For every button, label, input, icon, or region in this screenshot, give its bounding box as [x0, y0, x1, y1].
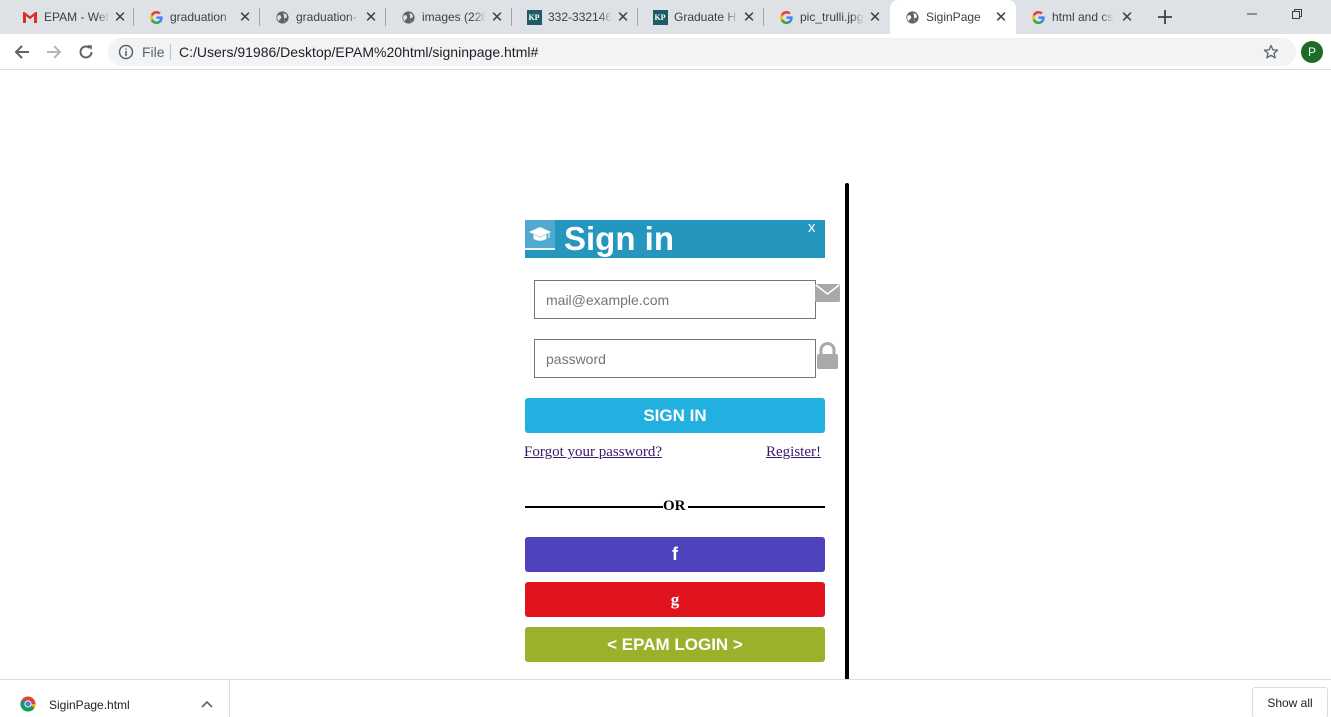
address-bar[interactable]: File C:/Users/91986/Desktop/EPAM%20html/…: [108, 38, 1296, 66]
tab-title: graduation: [170, 10, 227, 24]
signin-header: Sign in x: [525, 220, 825, 258]
kp-icon: KP: [652, 9, 668, 25]
download-bar: SiginPage.html Show all: [0, 679, 1331, 717]
close-tab-icon[interactable]: ✕: [362, 8, 380, 26]
tab-graduate-hat[interactable]: KP Graduate H ✕: [638, 0, 764, 34]
or-divider-line-right: [688, 506, 825, 508]
epam-login-button[interactable]: < EPAM LOGIN >: [525, 627, 825, 662]
back-button[interactable]: [10, 40, 34, 64]
tab-title: 332-332146: [548, 10, 612, 24]
kp-logo: KP: [652, 9, 668, 25]
close-tab-icon[interactable]: ✕: [1118, 8, 1136, 26]
forgot-password-link[interactable]: Forgot your password?: [524, 443, 662, 461]
tab-graduation-page[interactable]: graduation- ✕: [260, 0, 386, 34]
new-tab-button[interactable]: [1153, 6, 1177, 28]
arrow-left-icon: [14, 45, 29, 59]
kp-icon: KP: [526, 9, 542, 25]
tab-title: pic_trulli.jpg: [800, 10, 864, 24]
reload-button[interactable]: [74, 40, 98, 64]
restore-button[interactable]: [1285, 6, 1309, 26]
vertical-divider: [845, 183, 849, 680]
tab-title: EPAM - Wel: [44, 10, 109, 24]
tab-title: html and cs: [1052, 10, 1114, 24]
tab-html-css[interactable]: html and cs ✕: [1016, 0, 1142, 34]
tab-images[interactable]: images (220 ✕: [386, 0, 512, 34]
register-link[interactable]: Register!: [766, 443, 821, 461]
chrome-file-icon: [20, 696, 36, 712]
close-tab-icon[interactable]: ✕: [236, 8, 254, 26]
close-tab-icon[interactable]: ✕: [866, 8, 884, 26]
chevron-up-icon[interactable]: [198, 695, 216, 713]
show-all-downloads-button[interactable]: Show all: [1252, 687, 1328, 717]
lock-icon: [816, 342, 839, 375]
tab-strip: EPAM - Wel ✕ graduation ✕ graduation- ✕ …: [0, 0, 1331, 34]
omnibox-divider: [170, 44, 171, 60]
globe-icon: [904, 9, 920, 25]
tab-kp-image[interactable]: KP 332-332146 ✕: [512, 0, 638, 34]
tab-pic-trulli[interactable]: pic_trulli.jpg ✕: [764, 0, 890, 34]
browser-toolbar: File C:/Users/91986/Desktop/EPAM%20html/…: [0, 34, 1331, 70]
tab-title: SiginPage: [926, 10, 981, 24]
tab-title: images (220: [422, 10, 486, 24]
signin-button[interactable]: SIGN IN: [525, 398, 825, 433]
gmail-icon: [22, 9, 38, 25]
close-tab-icon[interactable]: ✕: [740, 8, 758, 26]
globe-icon: [400, 9, 416, 25]
tab-title: Graduate H: [674, 10, 737, 24]
tab-epam-mail[interactable]: EPAM - Wel ✕: [8, 0, 134, 34]
envelope-icon: [815, 284, 840, 307]
url-scheme-label: File: [142, 44, 165, 60]
close-tab-icon[interactable]: ✕: [488, 8, 506, 26]
tab-graduation-search[interactable]: graduation ✕: [134, 0, 260, 34]
google-icon: [148, 9, 164, 25]
url-text[interactable]: C:/Users/91986/Desktop/EPAM%20html/signi…: [179, 45, 538, 59]
tab-signin-page-active[interactable]: SiginPage ✕: [890, 0, 1016, 34]
kp-logo: KP: [526, 9, 542, 25]
facebook-login-button[interactable]: f: [525, 537, 825, 572]
plus-icon: [1158, 10, 1172, 24]
google-login-button[interactable]: g: [525, 582, 825, 617]
signin-title: Sign in: [564, 220, 674, 257]
google-icon: [778, 9, 794, 25]
info-icon[interactable]: [118, 44, 134, 60]
profile-avatar[interactable]: P: [1301, 41, 1323, 63]
arrow-right-icon: [47, 45, 62, 59]
google-icon: [1030, 9, 1046, 25]
minimize-button[interactable]: [1240, 6, 1264, 26]
minimize-icon: [1247, 13, 1257, 15]
or-divider-label: OR: [663, 498, 686, 514]
download-item[interactable]: SiginPage.html: [0, 680, 230, 717]
close-modal-button[interactable]: x: [808, 220, 816, 236]
close-tab-icon[interactable]: ✕: [111, 8, 129, 26]
or-divider-line-left: [525, 506, 663, 508]
close-tab-icon[interactable]: ✕: [992, 8, 1010, 26]
graduation-cap-icon: [525, 220, 555, 250]
download-file-name: SiginPage.html: [49, 698, 130, 712]
password-input[interactable]: [534, 339, 816, 378]
close-tab-icon[interactable]: ✕: [614, 8, 632, 26]
email-input[interactable]: [534, 280, 816, 319]
forward-button[interactable]: [42, 40, 66, 64]
bookmark-star-icon[interactable]: [1261, 42, 1281, 62]
reload-icon: [79, 45, 93, 59]
tab-title: graduation-: [296, 10, 357, 24]
globe-icon: [274, 9, 290, 25]
restore-icon: [1292, 9, 1302, 19]
